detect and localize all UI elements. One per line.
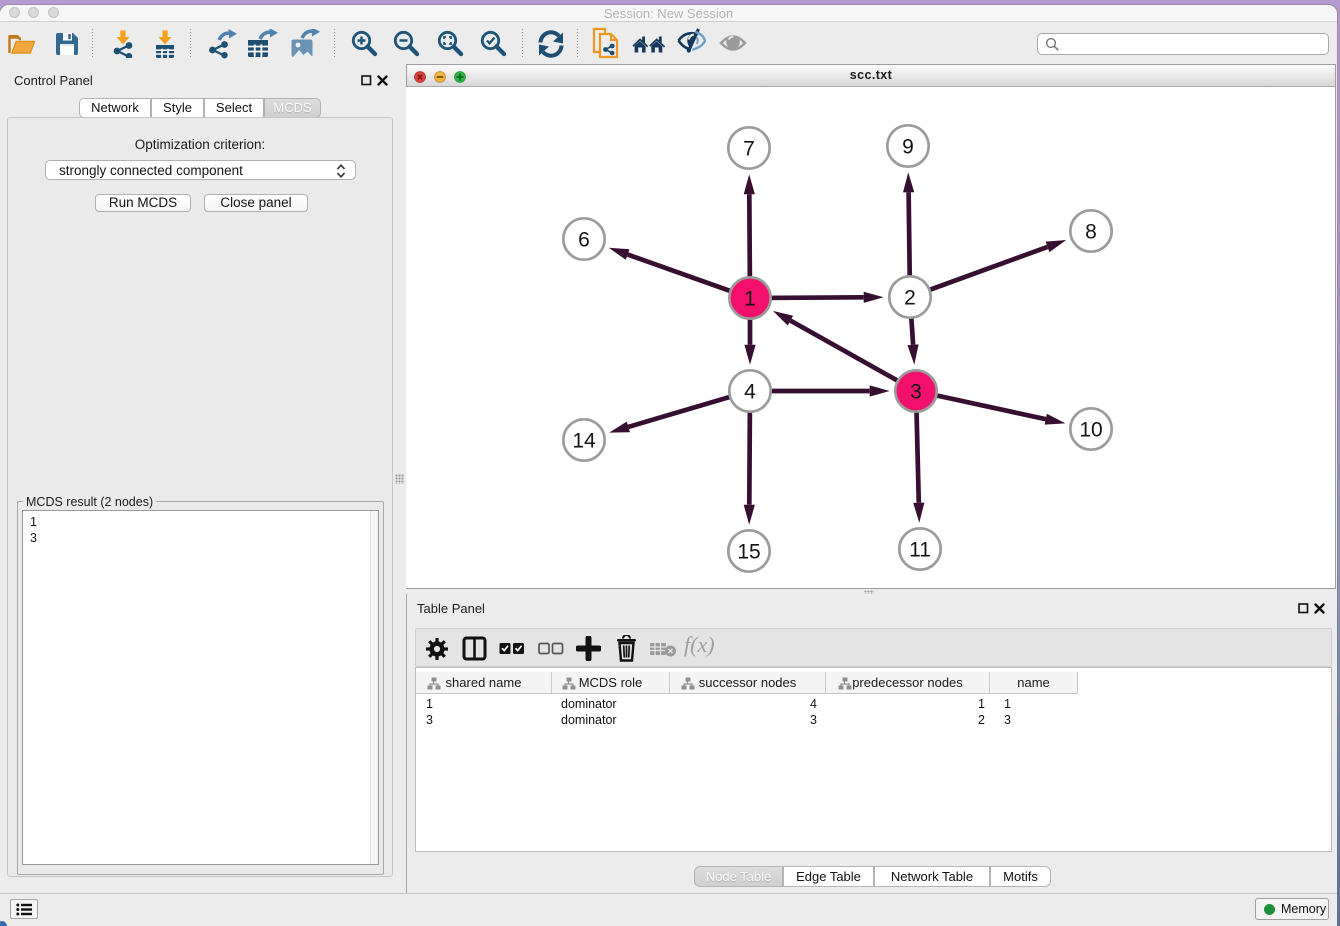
svg-text:10: 10: [1079, 419, 1102, 442]
svg-text:15: 15: [737, 541, 760, 564]
svg-text:3: 3: [910, 381, 922, 404]
svg-text:11: 11: [909, 539, 931, 562]
svg-text:14: 14: [572, 430, 596, 453]
svg-text:1: 1: [744, 288, 756, 311]
svg-text:4: 4: [744, 381, 756, 404]
svg-text:8: 8: [1085, 221, 1097, 244]
svg-text:9: 9: [902, 136, 914, 159]
svg-text:6: 6: [578, 229, 590, 252]
svg-text:7: 7: [743, 138, 755, 161]
svg-text:2: 2: [904, 287, 916, 310]
